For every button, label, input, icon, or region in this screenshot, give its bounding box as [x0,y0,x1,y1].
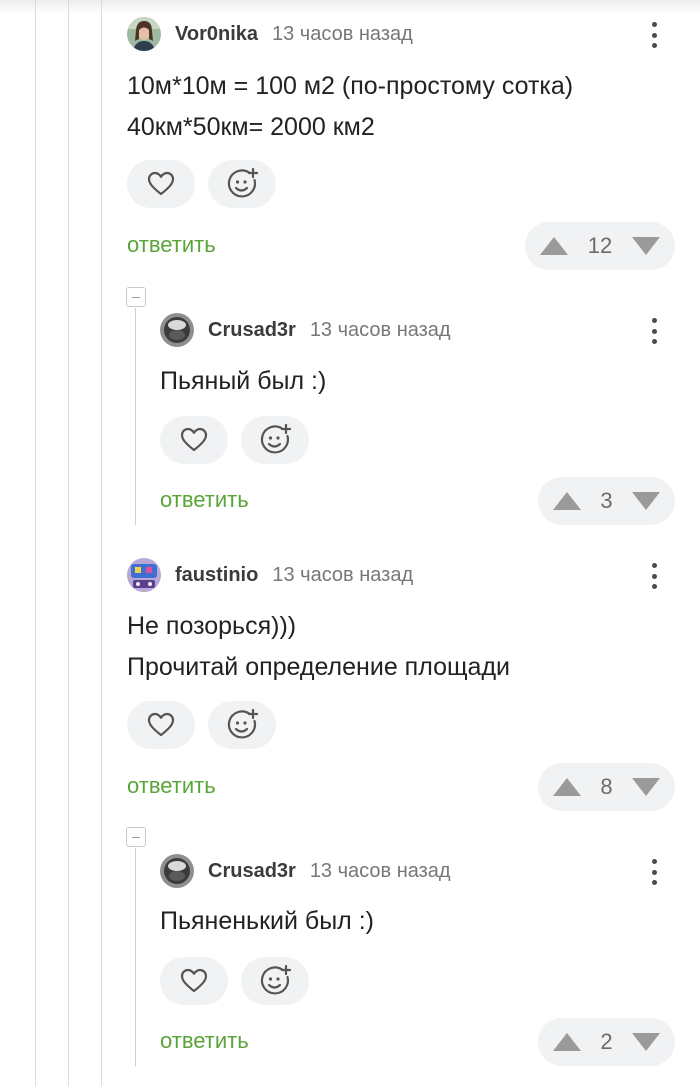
comment-author[interactable]: faustinio [175,564,258,587]
reply-link[interactable]: ответить [160,487,249,513]
triangle-up-icon[interactable] [539,236,569,256]
like-button[interactable] [160,416,228,464]
add-emoji-icon [225,708,259,742]
comment-text-line: Прочитай определение площади [127,653,511,681]
comment-author[interactable]: Crusad3r [208,860,296,883]
triangle-down-icon[interactable] [631,236,661,256]
comment-time[interactable]: 13 часов назад [310,319,451,342]
comment-header: Crusad3r 13 часов назад [160,851,451,891]
triangle-up-icon[interactable] [552,491,582,511]
comment-time[interactable]: 13 часов назад [310,860,451,883]
more-vertical-icon[interactable] [642,20,666,50]
rating-widget: 12 [525,222,675,270]
triangle-down-icon[interactable] [631,491,661,511]
like-button[interactable] [160,957,228,1005]
rating-widget: 8 [538,763,675,811]
thread-line [135,308,136,525]
comment: Crusad3r 13 часов назад Пьяный был :) от… [160,310,675,526]
rating-count: 2 [600,1029,613,1054]
heart-icon [146,710,176,740]
comment-text-line: 40км*50км= 2000 км2 [127,113,375,141]
comment-header: Vor0nika 13 часов назад [127,14,413,54]
comment-text-line: Не позорься))) [127,612,297,640]
heart-icon [179,425,209,455]
more-vertical-icon[interactable] [642,561,666,591]
collapse-thread-button[interactable] [126,827,146,847]
comment-text-line: Пьяный был :) [160,367,327,395]
add-emoji-icon [258,423,292,457]
more-vertical-icon[interactable] [642,857,666,887]
avatar[interactable] [127,558,161,592]
comment-time[interactable]: 13 часов назад [272,564,413,587]
top-shadow [0,0,700,14]
rating-widget: 2 [538,1018,675,1066]
thread-line [135,848,136,1066]
comment: Crusad3r 13 часов назад Пьяненький был :… [160,851,675,1067]
reply-link[interactable]: ответить [160,1028,249,1054]
collapse-thread-button[interactable] [126,287,146,307]
triangle-down-icon[interactable] [631,1032,661,1052]
thread-guide-line [68,0,69,1086]
avatar[interactable] [160,854,194,888]
like-button[interactable] [127,701,195,749]
comment-time[interactable]: 13 часов назад [272,23,413,46]
triangle-up-icon[interactable] [552,1032,582,1052]
comment-text-line: Пьяненький был :) [160,907,374,935]
reply-link[interactable]: ответить [127,232,216,258]
rating-widget: 3 [538,477,675,525]
add-reaction-button[interactable] [208,160,276,208]
comment-header: Crusad3r 13 часов назад [160,310,451,350]
avatar[interactable] [160,313,194,347]
comment: faustinio 13 часов назад Не позорься))) … [127,555,675,811]
add-emoji-icon [225,167,259,201]
rating-count: 8 [600,774,613,799]
more-vertical-icon[interactable] [642,316,666,346]
heart-icon [146,169,176,199]
rating-count: 12 [587,233,613,258]
avatar[interactable] [127,17,161,51]
triangle-up-icon[interactable] [552,777,582,797]
add-reaction-button[interactable] [241,957,309,1005]
triangle-down-icon[interactable] [631,777,661,797]
comment-author[interactable]: Vor0nika [175,23,258,46]
comment-author[interactable]: Crusad3r [208,319,296,342]
reply-link[interactable]: ответить [127,773,216,799]
like-button[interactable] [127,160,195,208]
add-reaction-button[interactable] [208,701,276,749]
comment-text-line: 10м*10м = 100 м2 (по-простому сотка) [127,72,574,100]
rating-count: 3 [600,488,613,513]
add-emoji-icon [258,964,292,998]
thread-guide-line [101,0,102,1086]
comment: Vor0nika 13 часов назад 10м*10м = 100 м2… [127,14,675,270]
thread-guide-line [35,0,36,1086]
heart-icon [179,966,209,996]
add-reaction-button[interactable] [241,416,309,464]
comment-header: faustinio 13 часов назад [127,555,413,595]
